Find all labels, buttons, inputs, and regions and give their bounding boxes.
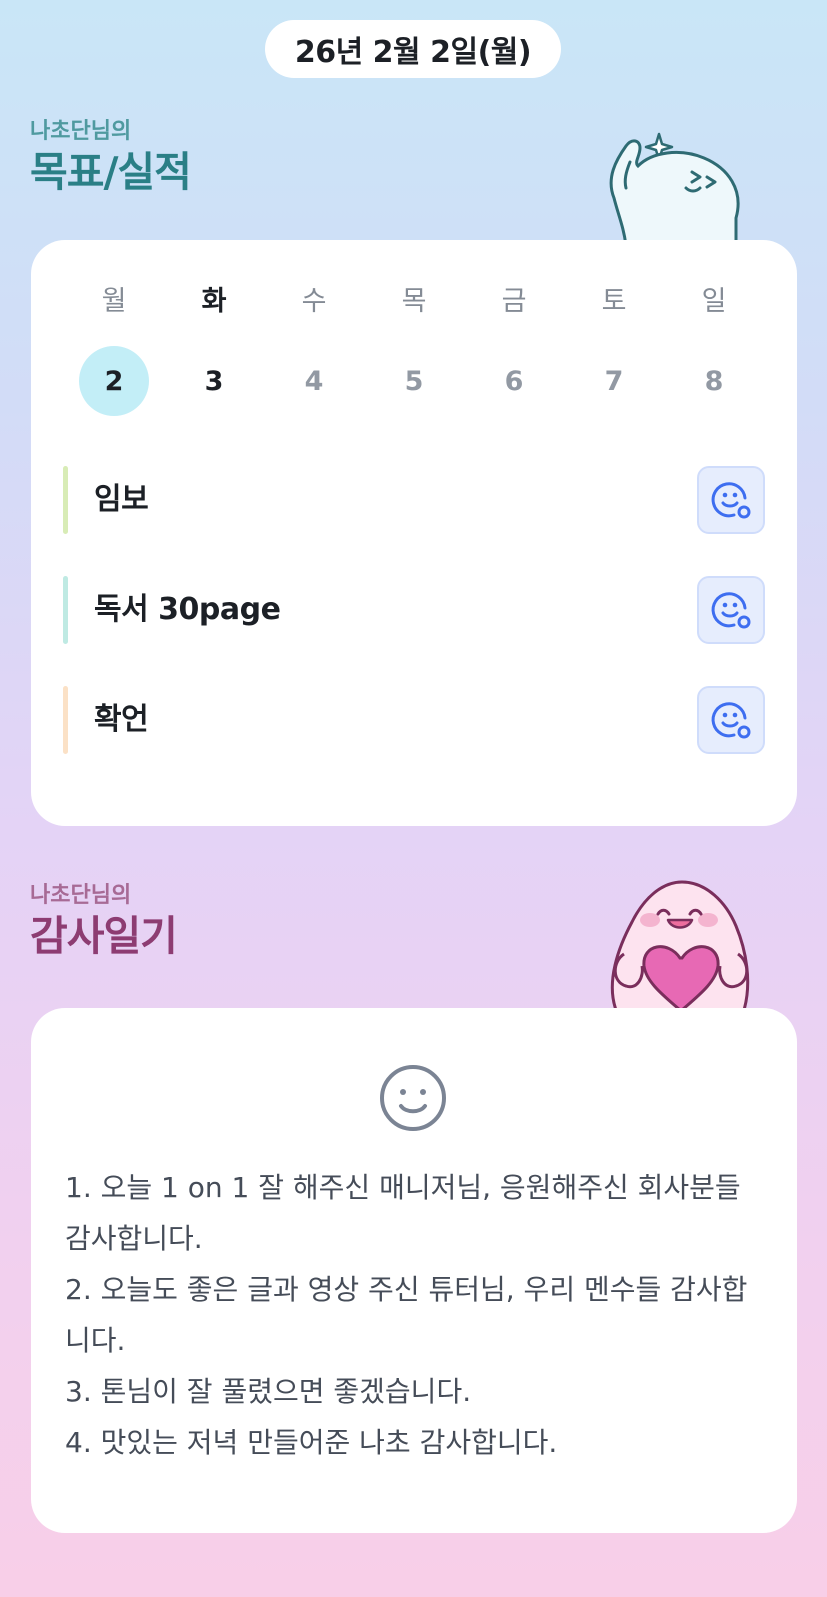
thanks-title: 감사일기 <box>30 912 178 960</box>
smile-add-icon <box>711 592 751 629</box>
date-number: 7 <box>604 365 624 397</box>
add-reaction-button[interactable] <box>697 686 765 754</box>
weekday-label: 일 <box>701 286 727 317</box>
goals-card: 월 화 수 목 금 토 일 2 3 4 5 6 7 8 임보 독서 30page <box>31 240 797 826</box>
add-reaction-button[interactable] <box>697 466 765 534</box>
smile-add-icon <box>711 702 751 739</box>
goals-title: 목표/실적 <box>30 148 192 196</box>
gratitude-journal-card: 1. 오늘 1 on 1 잘 해주신 매니저님, 응원해주신 회사분들 감사합니… <box>31 1008 797 1533</box>
smile-add-icon <box>711 482 751 519</box>
goal-item[interactable]: 확언 <box>63 686 765 754</box>
date-number: 5 <box>404 365 424 397</box>
journal-line: 3. 톤님이 잘 풀렸으면 좋겠습니다. <box>65 1375 472 1408</box>
date-cell[interactable]: 6 <box>464 346 564 416</box>
date-cell[interactable]: 5 <box>364 346 464 416</box>
date-number: 6 <box>504 365 524 397</box>
date-cell[interactable]: 4 <box>264 346 364 416</box>
weekday-label: 수 <box>301 286 327 317</box>
weekday-label: 월 <box>101 286 127 317</box>
goals-owner-label: 나초단님의 <box>30 119 132 144</box>
weekday-label: 금 <box>501 286 527 317</box>
journal-entry-text: 1. 오늘 1 on 1 잘 해주신 매니저님, 응원해주신 회사분들 감사합니… <box>65 1162 765 1468</box>
date-header[interactable]: 26년 2월 2일(월) <box>265 20 561 78</box>
goal-label: 확언 <box>94 702 149 737</box>
date-row: 2 3 4 5 6 7 8 <box>64 346 764 416</box>
journal-line: 4. 맛있는 저녁 만들어준 나초 감사합니다. <box>65 1426 558 1459</box>
goal-item[interactable]: 임보 <box>63 466 765 534</box>
add-reaction-button[interactable] <box>697 576 765 644</box>
weekday-label: 목 <box>401 286 427 317</box>
journal-line: 1. 오늘 1 on 1 잘 해주신 매니저님, 응원해주신 회사분들 감사합니… <box>65 1171 741 1255</box>
date-cell[interactable]: 7 <box>564 346 664 416</box>
thanks-section-header: 나초단님의 감사일기 <box>30 882 178 962</box>
goals-section-header: 나초단님의 목표/실적 <box>30 118 192 198</box>
goal-accent-bar <box>63 686 68 754</box>
goal-label: 독서 30page <box>94 592 281 627</box>
ghost-mascot-illustration <box>609 132 740 244</box>
weekday-label: 토 <box>601 286 627 317</box>
date-number: 8 <box>704 365 724 397</box>
smile-icon <box>380 1065 446 1131</box>
date-cell[interactable]: 8 <box>664 346 764 416</box>
date-number: 3 <box>204 365 224 397</box>
goal-item[interactable]: 독서 30page <box>63 576 765 644</box>
journal-line: 2. 오늘도 좋은 글과 영상 주신 튜터님, 우리 멘수들 감사합니다. <box>65 1273 748 1357</box>
goal-label: 임보 <box>94 482 149 517</box>
date-cell-selected[interactable]: 2 <box>64 346 164 416</box>
goal-accent-bar <box>63 466 68 534</box>
date-cell[interactable]: 3 <box>164 346 264 416</box>
thanks-owner-label: 나초단님의 <box>30 883 132 908</box>
goal-accent-bar <box>63 576 68 644</box>
date-number: 2 <box>79 346 149 416</box>
weekday-label: 화 <box>201 286 227 317</box>
heart-mascot-illustration <box>610 880 750 1008</box>
date-number: 4 <box>304 365 324 397</box>
weekday-row: 월 화 수 목 금 토 일 <box>64 280 764 324</box>
